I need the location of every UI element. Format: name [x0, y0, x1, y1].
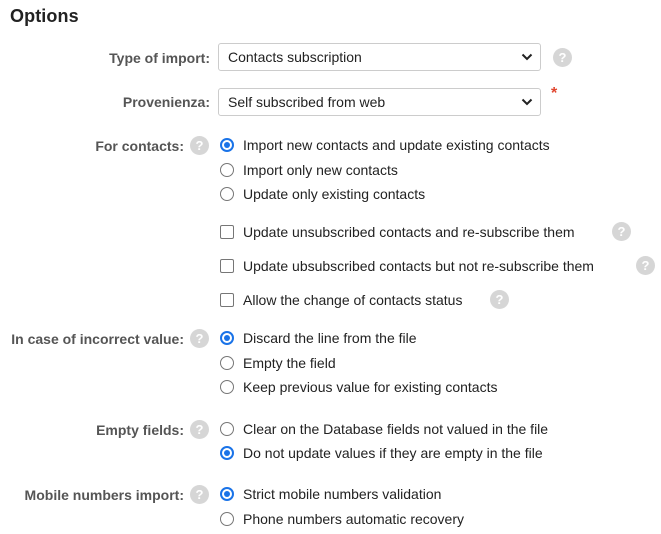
for-contacts-option[interactable]: Import only new contacts: [220, 160, 398, 180]
empty-fields-option[interactable]: Clear on the Database fields not valued …: [220, 419, 548, 439]
provenienza-value: Self subscribed from web: [228, 94, 386, 110]
option-label: Strict mobile numbers validation: [243, 486, 442, 502]
update-unsubscribed-no-resubscribe-checkbox[interactable]: Update ubsubscribed contacts but not re-…: [220, 256, 594, 276]
help-icon[interactable]: ?: [612, 222, 631, 241]
help-icon[interactable]: ?: [190, 329, 209, 348]
checkbox[interactable]: [220, 293, 234, 307]
option-label: Empty the field: [243, 355, 336, 371]
checkbox-label: Allow the change of contacts status: [243, 292, 463, 308]
radio[interactable]: [220, 187, 234, 201]
option-label: Phone numbers automatic recovery: [243, 511, 464, 527]
help-icon[interactable]: ?: [190, 420, 209, 439]
chevron-down-icon: [514, 44, 540, 70]
required-marker: *: [551, 85, 558, 102]
help-icon[interactable]: ?: [190, 485, 209, 504]
incorrect-value-option[interactable]: Empty the field: [220, 353, 336, 373]
radio[interactable]: [220, 380, 234, 394]
radio[interactable]: [220, 512, 234, 526]
radio-selected[interactable]: [220, 138, 234, 152]
help-icon[interactable]: ?: [636, 256, 655, 275]
for-contacts-option[interactable]: Update only existing contacts: [220, 184, 425, 204]
mobile-numbers-option[interactable]: Strict mobile numbers validation: [220, 484, 441, 504]
for-contacts-label: For contacts:: [95, 138, 184, 154]
option-label: Import new contacts and update existing …: [243, 137, 550, 153]
provenienza-select[interactable]: Self subscribed from web: [218, 88, 541, 116]
update-unsubscribed-resubscribe-checkbox[interactable]: Update unsubscribed contacts and re-subs…: [220, 222, 575, 242]
option-label: Clear on the Database fields not valued …: [243, 421, 549, 437]
empty-fields-option[interactable]: Do not update values if they are empty i…: [220, 443, 543, 463]
radio[interactable]: [220, 356, 234, 370]
radio[interactable]: [220, 422, 234, 436]
option-label: Discard the line from the file: [243, 330, 417, 346]
empty-fields-label: Empty fields:: [96, 422, 184, 438]
chevron-down-icon: [514, 89, 540, 115]
option-label: Do not update values if they are empty i…: [243, 445, 543, 461]
radio-selected[interactable]: [220, 331, 234, 345]
options-panel: Options Type of import: Contacts subscri…: [0, 0, 661, 534]
help-icon[interactable]: ?: [490, 290, 509, 309]
incorrect-value-label: In case of incorrect value:: [11, 331, 184, 347]
checkbox-label: Update unsubscribed contacts and re-subs…: [243, 224, 575, 240]
for-contacts-option[interactable]: Import new contacts and update existing …: [220, 135, 550, 155]
option-label: Import only new contacts: [243, 162, 398, 178]
option-label: Update only existing contacts: [243, 186, 426, 202]
mobile-numbers-label: Mobile numbers import:: [24, 487, 184, 503]
incorrect-value-option[interactable]: Discard the line from the file: [220, 328, 417, 348]
provenienza-label: Provenienza:: [122, 94, 210, 110]
allow-status-change-checkbox[interactable]: Allow the change of contacts status: [220, 290, 462, 310]
radio-selected[interactable]: [220, 487, 234, 501]
incorrect-value-option[interactable]: Keep previous value for existing contact…: [220, 377, 497, 397]
help-icon[interactable]: ?: [553, 48, 572, 67]
mobile-numbers-option[interactable]: Phone numbers automatic recovery: [220, 509, 464, 529]
type-of-import-label: Type of import:: [109, 50, 210, 66]
radio-selected[interactable]: [220, 446, 234, 460]
checkbox[interactable]: [220, 225, 234, 239]
help-icon[interactable]: ?: [190, 136, 209, 155]
radio[interactable]: [220, 163, 234, 177]
option-label: Keep previous value for existing contact…: [243, 379, 498, 395]
checkbox[interactable]: [220, 259, 234, 273]
checkbox-label: Update ubsubscribed contacts but not re-…: [243, 258, 594, 274]
type-of-import-value: Contacts subscription: [228, 49, 362, 65]
page-title: Options: [10, 6, 79, 26]
type-of-import-select[interactable]: Contacts subscription: [218, 43, 541, 71]
